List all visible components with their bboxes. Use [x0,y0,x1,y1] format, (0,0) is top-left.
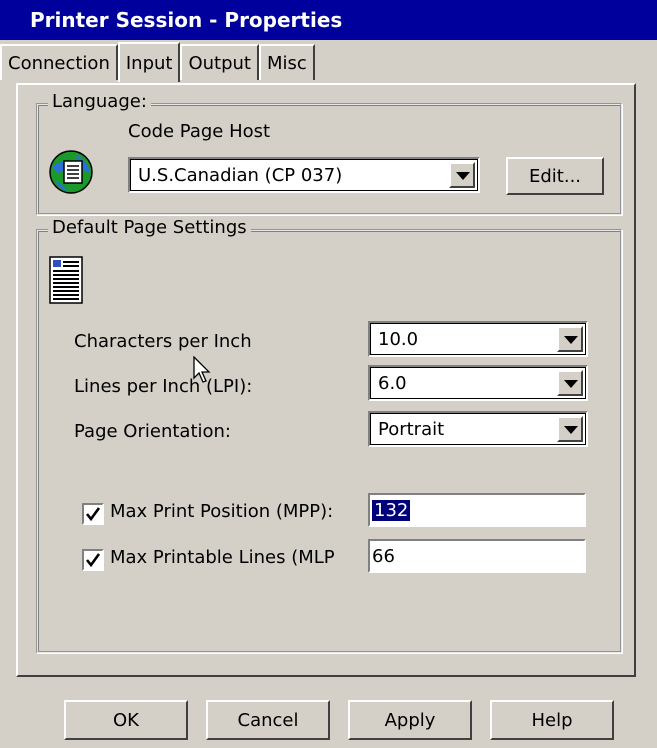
cancel-button[interactable]: Cancel [206,700,330,740]
orientation-value: Portrait [378,419,445,440]
tab-misc[interactable]: Misc [259,44,315,80]
cpi-value: 10.0 [378,329,419,350]
mpl-label: Max Printable Lines (MLP [110,547,335,568]
default-page-settings-group: Default Page Settings Characters per Inc… [36,217,622,653]
title-bar: Printer Session - Properties [0,0,657,40]
mpl-label-clip: Max Printable Lines (MLP [110,547,368,571]
help-button[interactable]: Help [490,700,614,740]
checkmark-icon [85,507,101,522]
page-settings-legend: Default Page Settings [48,217,251,238]
page-document-icon [48,255,84,309]
lpi-value: 6.0 [378,373,407,394]
code-page-label: Code Page Host [128,121,271,142]
language-legend: Language: [48,91,151,112]
orientation-select[interactable]: Portrait [368,411,588,447]
language-group: Language: Code Page Host U.S.Canadian (C… [36,91,622,215]
dropdown-arrow-icon[interactable] [557,370,583,396]
mpl-input[interactable]: 66 [368,539,586,573]
cpi-select[interactable]: 10.0 [368,321,588,357]
mpp-value: 132 [372,499,411,521]
dropdown-arrow-icon[interactable] [449,162,475,188]
cpi-label: Characters per Inch [74,331,252,352]
edit-button[interactable]: Edit... [506,157,604,195]
tab-strip: Connection Input Output Misc [0,42,315,82]
mpl-value: 66 [372,545,395,567]
dropdown-arrow-icon[interactable] [557,416,583,442]
code-page-select[interactable]: U.S.Canadian (CP 037) [128,157,480,193]
tab-connection[interactable]: Connection [0,44,118,80]
dropdown-arrow-icon[interactable] [557,326,583,352]
input-tab-panel: Language: Code Page Host U.S.Canadian (C… [16,83,636,677]
code-page-value: U.S.Canadian (CP 037) [138,165,343,186]
orientation-label: Page Orientation: [74,421,231,442]
mpp-label: Max Print Position (MPP): [110,501,334,522]
ok-button[interactable]: OK [64,700,188,740]
checkmark-icon [85,553,101,568]
tab-input[interactable]: Input [117,42,181,82]
mouse-cursor-icon [193,355,211,388]
globe-document-icon [48,149,94,199]
mpp-checkbox[interactable] [82,503,104,525]
mpl-checkbox[interactable] [82,549,104,571]
lpi-select[interactable]: 6.0 [368,365,588,401]
mpp-input[interactable]: 132 [368,493,586,527]
window-title: Printer Session - Properties [30,8,343,32]
lpi-label: Lines per Inch (LPI): [74,376,253,397]
apply-button[interactable]: Apply [348,700,472,740]
tab-output[interactable]: Output [180,44,259,80]
